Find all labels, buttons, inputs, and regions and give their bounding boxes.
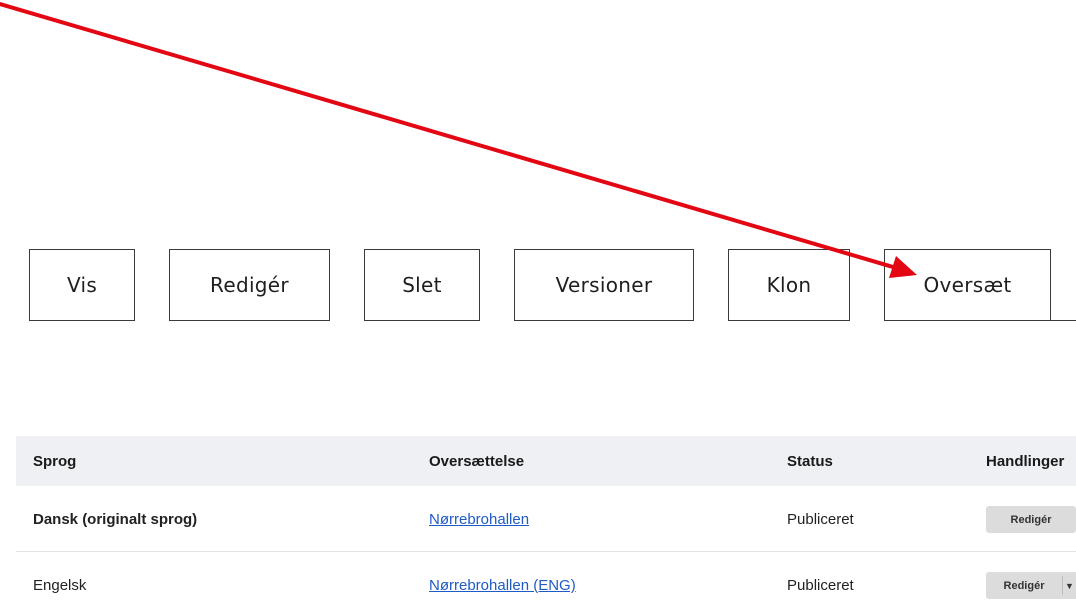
row-1-translation-link[interactable]: Nørrebrohallen <box>429 511 529 528</box>
column-header-translation: Oversættelse <box>429 453 525 470</box>
row-1-edit-button[interactable]: Redigér <box>986 506 1076 533</box>
row-1-language: Dansk (originalt sprog) <box>33 511 198 528</box>
arrow-shaft <box>0 2 895 269</box>
table-header-row <box>16 436 1076 486</box>
column-header-language: Sprog <box>33 453 77 470</box>
tab-klon[interactable]: Klon <box>728 249 850 321</box>
row-2-status: Publiceret <box>787 577 854 594</box>
tab-oversaet[interactable]: Oversæt <box>884 249 1051 321</box>
column-header-actions: Handlinger <box>986 453 1065 470</box>
row-1-status: Publiceret <box>787 511 854 528</box>
row-2-translation-link[interactable]: Nørrebrohallen (ENG) <box>429 577 576 594</box>
row-2-language: Engelsk <box>33 577 87 594</box>
tabs-baseline <box>1051 320 1076 321</box>
column-header-status: Status <box>787 453 833 470</box>
row-2-edit-button[interactable]: Redigér <box>986 572 1062 599</box>
tab-rediger[interactable]: Redigér <box>169 249 330 321</box>
split-button-divider <box>1062 576 1063 595</box>
row-2-translation-cell: Nørrebrohallen (ENG) <box>429 577 576 594</box>
chevron-down-icon[interactable]: ▼ <box>1065 572 1076 599</box>
row-1-translation-cell: Nørrebrohallen <box>429 511 529 528</box>
tab-vis[interactable]: Vis <box>29 249 135 321</box>
row-divider <box>16 551 1076 552</box>
row-2-edit-split-button: Redigér ▼ <box>986 572 1076 599</box>
tab-versioner[interactable]: Versioner <box>514 249 694 321</box>
tab-slet[interactable]: Slet <box>364 249 480 321</box>
